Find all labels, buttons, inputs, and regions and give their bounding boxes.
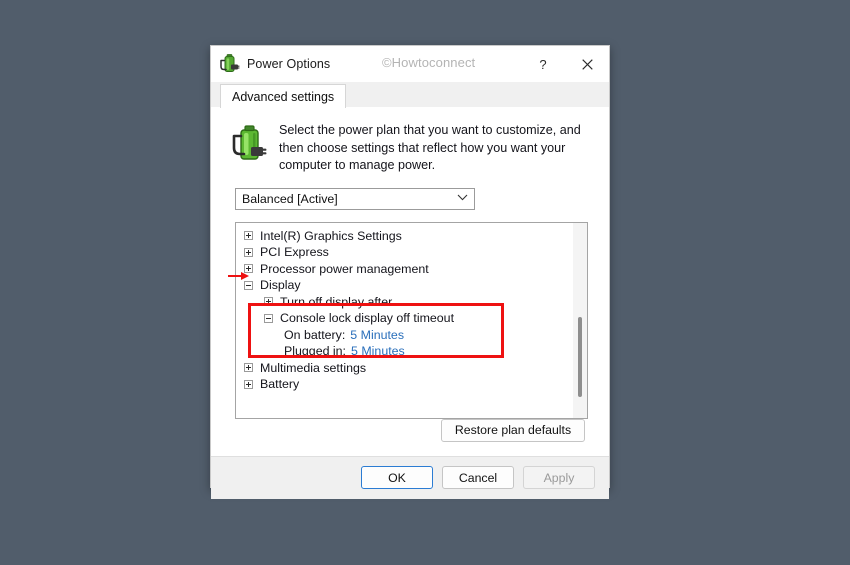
tree-node-multimedia-settings[interactable]: Multimedia settings bbox=[236, 360, 572, 377]
setting-value-link[interactable]: 5 Minutes bbox=[350, 328, 404, 342]
setting-label: On battery: bbox=[284, 327, 346, 342]
apply-button[interactable]: Apply bbox=[523, 466, 595, 489]
power-options-dialog: Power Options ©Howtoconnect ? Advanced s… bbox=[210, 45, 610, 499]
setting-label: Plugged in: bbox=[284, 344, 347, 359]
power-plug-battery-icon bbox=[218, 53, 240, 75]
tree-vertical-scrollbar[interactable] bbox=[572, 222, 587, 418]
restore-plan-defaults-button[interactable]: Restore plan defaults bbox=[441, 418, 585, 442]
expand-plus-icon[interactable] bbox=[244, 379, 253, 389]
power-plug-battery-icon bbox=[229, 124, 267, 164]
power-plan-select[interactable]: Balanced [Active] bbox=[235, 187, 475, 210]
tree-node-console-lock-display-off-timeout[interactable]: Console lock display off timeout bbox=[236, 310, 572, 327]
setting-plugged-in[interactable]: Plugged in: 5 Minutes bbox=[236, 343, 572, 360]
tree-node-pci-express[interactable]: PCI Express bbox=[236, 244, 572, 261]
tab-advanced-settings[interactable]: Advanced settings bbox=[220, 84, 347, 108]
tree-node-label: Processor power management bbox=[260, 261, 429, 276]
tree-node-label: Intel(R) Graphics Settings bbox=[260, 228, 402, 243]
setting-on-battery[interactable]: On battery: 5 Minutes bbox=[236, 327, 572, 344]
close-icon bbox=[581, 58, 593, 70]
expand-plus-icon[interactable] bbox=[264, 297, 273, 307]
setting-value-link[interactable]: 5 Minutes bbox=[351, 344, 405, 358]
cancel-button[interactable]: Cancel bbox=[442, 466, 514, 489]
expand-plus-icon[interactable] bbox=[244, 247, 253, 257]
dialog-body: Select the power plan that you want to c… bbox=[211, 108, 609, 456]
intro-text: Select the power plan that you want to c… bbox=[279, 123, 581, 172]
tree-node-label: Battery bbox=[260, 377, 300, 392]
tree-node-list: Intel(R) Graphics Settings PCI Express P… bbox=[236, 223, 572, 418]
power-plan-value: Balanced [Active] bbox=[242, 191, 338, 206]
dialog-footer: OK Cancel Apply bbox=[211, 455, 609, 499]
expand-plus-icon[interactable] bbox=[244, 231, 253, 241]
intro-section: Select the power plan that you want to c… bbox=[211, 108, 609, 175]
ok-button[interactable]: OK bbox=[361, 466, 433, 489]
expand-plus-icon[interactable] bbox=[244, 363, 253, 373]
title-bar[interactable]: Power Options ©Howtoconnect ? bbox=[211, 46, 609, 82]
title-bar-buttons: ? bbox=[521, 46, 609, 82]
window-title: Power Options bbox=[247, 57, 331, 71]
tab-strip: Advanced settings bbox=[211, 82, 609, 108]
tree-node-label: Display bbox=[260, 278, 301, 293]
restore-row: Restore plan defaults bbox=[211, 418, 609, 456]
red-pointer-arrow-icon bbox=[228, 269, 250, 281]
tree-node-label: Console lock display off timeout bbox=[280, 311, 455, 326]
tree-node-intel-graphics[interactable]: Intel(R) Graphics Settings bbox=[236, 228, 572, 245]
collapse-minus-icon[interactable] bbox=[264, 313, 273, 323]
tree-node-battery[interactable]: Battery bbox=[236, 376, 572, 393]
power-settings-tree[interactable]: Intel(R) Graphics Settings PCI Express P… bbox=[235, 221, 588, 419]
tree-node-label: Turn off display after bbox=[280, 294, 393, 309]
watermark-text: ©Howtoconnect bbox=[382, 55, 476, 70]
tree-node-turn-off-display-after[interactable]: Turn off display after bbox=[236, 294, 572, 311]
collapse-minus-icon[interactable] bbox=[244, 280, 253, 290]
tree-node-label: PCI Express bbox=[260, 245, 329, 260]
scrollbar-thumb[interactable] bbox=[578, 316, 582, 397]
tree-node-label: Multimedia settings bbox=[260, 360, 367, 375]
tree-node-display[interactable]: Display bbox=[236, 277, 572, 294]
close-button[interactable] bbox=[565, 46, 609, 82]
chevron-down-icon bbox=[457, 193, 468, 204]
tree-node-processor-power-management[interactable]: Processor power management bbox=[236, 261, 572, 278]
help-button[interactable]: ? bbox=[521, 46, 565, 82]
